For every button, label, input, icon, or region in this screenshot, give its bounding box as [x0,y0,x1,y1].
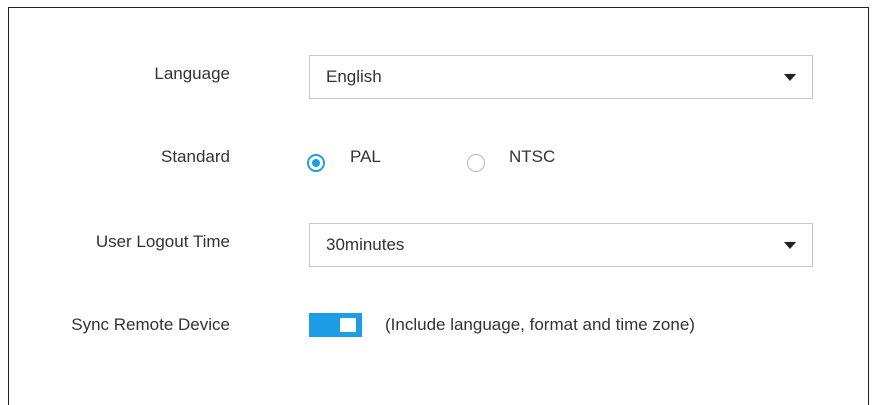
triangle-down-icon [784,74,796,81]
radio-pal-label[interactable]: PAL [350,147,381,167]
logout-time-label: User Logout Time [95,232,230,251]
radio-ntsc[interactable] [467,154,485,172]
language-label: Language [154,64,230,83]
toggle-knob [340,318,356,332]
sync-remote-toggle[interactable] [309,313,362,337]
logout-time-select-value: 30minutes [326,235,405,254]
radio-pal[interactable] [307,154,325,172]
radio-ntsc-label[interactable]: NTSC [509,147,555,167]
sync-remote-note: (Include language, format and time zone) [385,315,695,334]
language-select[interactable]: English [309,55,813,99]
language-select-value: English [326,67,382,86]
sync-remote-label: Sync Remote Device [71,315,230,334]
triangle-down-icon [784,242,796,249]
logout-time-select[interactable]: 30minutes [309,223,813,267]
standard-label: Standard [161,147,230,166]
